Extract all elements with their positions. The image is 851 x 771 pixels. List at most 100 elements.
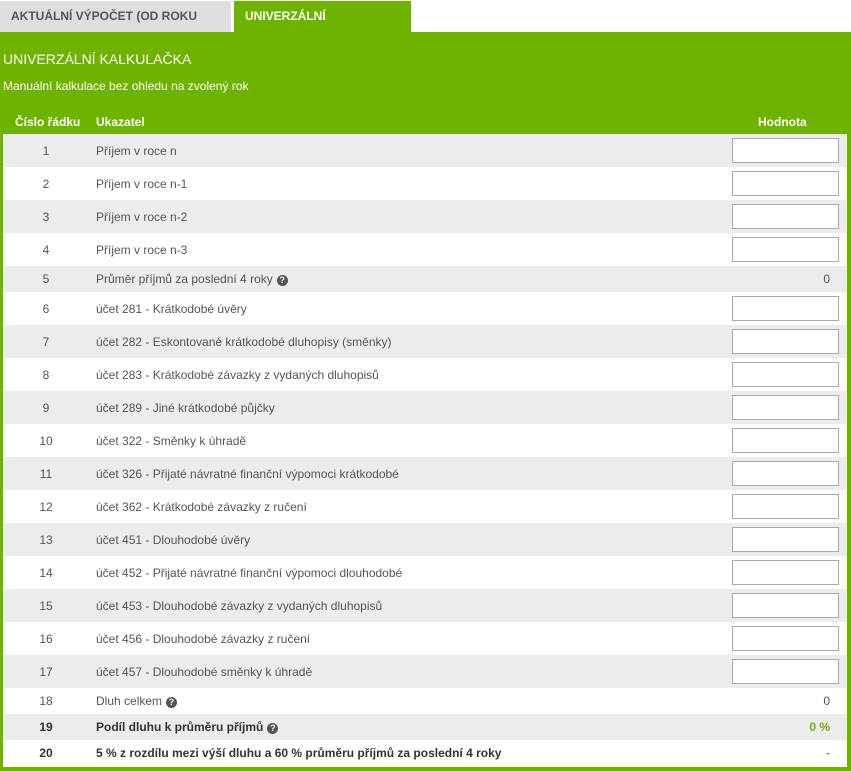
row-label: Příjem v roce n-1 (96, 177, 187, 191)
row-number: 1 (42, 144, 50, 158)
value-input[interactable] (732, 204, 839, 229)
row-label-text: účet 457 - Dlouhodobé směnky k úhradě (96, 665, 313, 679)
value-input[interactable] (732, 626, 839, 651)
value-input[interactable] (732, 362, 839, 387)
row-label: účet 456 - Dlouhodobé závazky z ručení (96, 632, 310, 646)
value-input[interactable] (732, 428, 839, 453)
panel-subtitle: Manuální kalkulace bez ohledu na zvolený… (3, 79, 249, 93)
table-row: 10 účet 322 - Směnky k úhradě (3, 424, 847, 457)
calculator-table: 1 Příjem v roce n 2 Příjem v roce n-1 3 Příje… (3, 134, 847, 767)
table-row: 13 účet 451 - Dlouhodobé úvěry (3, 523, 847, 556)
value-input[interactable] (732, 395, 839, 420)
value-input[interactable] (732, 296, 839, 321)
row-number: 19 (39, 720, 53, 734)
row-label: Příjem v roce n-2 (96, 210, 187, 224)
table-header: Číslo řádku Ukazatel Hodnota (0, 111, 851, 133)
table-row: 15 účet 453 - Dlouhodobé závazky z vydaný… (3, 589, 847, 622)
row-label-text: účet 456 - Dlouhodobé závazky z ručení (96, 632, 311, 646)
row-number: 16 (39, 632, 53, 646)
value-input[interactable] (732, 560, 839, 585)
row-label: Podíl dluhu k průměru příjmů? (96, 720, 279, 734)
panel-title: UNIVERZÁLNÍ KALKULAČKA (3, 51, 192, 67)
row-number: 7 (42, 335, 50, 349)
row-number: 20 (39, 746, 53, 760)
row-label-text: účet 289 - Jiné krátkodobé půjčky (96, 401, 275, 415)
row-label-text: účet 452 - Přijaté návratné finanční výp… (96, 566, 403, 580)
row-label-text: účet 362 - Krátkodobé závazky z ručení (96, 500, 307, 514)
tab-bar: AKTUÁLNÍ VÝPOČET (OD ROKU 2016) UNIVERZÁ… (0, 0, 851, 54)
row-label-text: Příjem v roce n-2 (96, 210, 188, 224)
value-input[interactable] (732, 527, 839, 552)
row-label: účet 453 - Dlouhodobé závazky z vydaných… (96, 599, 382, 613)
row-label: účet 282 - Eskontované krátkodobé dluhop… (96, 335, 392, 349)
row-number: 12 (39, 500, 53, 514)
row-label: Příjem v roce n (96, 144, 177, 158)
header-value: Hodnota (758, 115, 807, 129)
row-label-text: účet 282 - Eskontované krátkodobé dluhop… (96, 335, 392, 349)
row-number: 13 (39, 533, 53, 547)
row-label-text: účet 283 - Krátkodobé závazky z vydaných… (96, 368, 379, 382)
row-label-text: účet 453 - Dlouhodobé závazky z vydaných… (96, 599, 383, 613)
value-input[interactable] (732, 593, 839, 618)
table-row: 3 Příjem v roce n-2 (3, 200, 847, 233)
row-label: účet 283 - Krátkodobé závazky z vydaných… (96, 368, 379, 382)
header-indicator: Ukazatel (96, 115, 145, 129)
row-label: účet 289 - Jiné krátkodobé půjčky (96, 401, 275, 415)
value-input[interactable] (732, 461, 839, 486)
row-number: 9 (42, 401, 50, 415)
row-number: 17 (39, 665, 53, 679)
table-row: 17 účet 457 - Dlouhodobé směnky k úhradě (3, 655, 847, 688)
help-icon[interactable]: ? (267, 723, 279, 734)
tab-univerzalni-kalkulacka[interactable]: UNIVERZÁLNÍ KALKULAČKA (234, 1, 411, 54)
table-row: 8 účet 283 - Krátkodobé závazky z vydanýc… (3, 358, 847, 391)
row-number: 5 (42, 272, 50, 286)
computed-value: - (826, 746, 830, 760)
table-row: 20 5 % z rozdílu mezi výší dluhu a 60 % p… (3, 740, 847, 766)
help-icon[interactable]: ? (276, 275, 288, 286)
table-row: 12 účet 362 - Krátkodobé závazky z ručení (3, 490, 847, 523)
table-row: 19 Podíl dluhu k průměru příjmů? 0 % (3, 714, 847, 740)
value-input[interactable] (732, 494, 839, 519)
row-label-text: Podíl dluhu k průměru příjmů (96, 720, 264, 734)
row-label: účet 326 - Přijaté návratné finanční výp… (96, 467, 399, 481)
table-row: 18 Dluh celkem? 0 (3, 688, 847, 714)
row-label: účet 452 - Přijaté návratné finanční výp… (96, 566, 402, 580)
row-label: účet 322 - Směnky k úhradě (96, 434, 246, 448)
row-number: 3 (42, 210, 50, 224)
row-number: 6 (42, 302, 50, 316)
table-row: 14 účet 452 - Přijaté návratné finanční v… (3, 556, 847, 589)
computed-value: 0 (823, 272, 830, 286)
table-row: 5 Průměr příjmů za poslední 4 roky? 0 (3, 266, 847, 292)
row-label: 5 % z rozdílu mezi výší dluhu a 60 % prů… (96, 746, 501, 760)
row-label-text: účet 451 - Dlouhodobé úvěry (96, 533, 251, 547)
row-label: účet 281 - Krátkodobé úvěry (96, 302, 247, 316)
help-icon[interactable]: ? (166, 697, 178, 708)
row-number: 14 (39, 566, 53, 580)
table-row: 7 účet 282 - Eskontované krátkodobé dluho… (3, 325, 847, 358)
row-number: 18 (39, 694, 53, 708)
row-label-text: účet 281 - Krátkodobé úvěry (96, 302, 247, 316)
row-label: Průměr příjmů za poslední 4 roky? (96, 272, 288, 286)
row-label-text: 5 % z rozdílu mezi výší dluhu a 60 % prů… (96, 746, 502, 760)
value-input[interactable] (732, 659, 839, 684)
row-label-text: Příjem v roce n-3 (96, 243, 188, 257)
row-number: 10 (39, 434, 53, 448)
table-row: 4 Příjem v roce n-3 (3, 233, 847, 266)
row-label: účet 362 - Krátkodobé závazky z ručení (96, 500, 307, 514)
row-label-text: Dluh celkem (96, 694, 163, 708)
tab-aktualni-vypocet[interactable]: AKTUÁLNÍ VÝPOČET (OD ROKU 2016) (0, 1, 231, 54)
row-label-text: Příjem v roce n (96, 144, 177, 158)
table-row: 2 Příjem v roce n-1 (3, 167, 847, 200)
value-input[interactable] (732, 237, 839, 262)
table-row: 6 účet 281 - Krátkodobé úvěry (3, 292, 847, 325)
row-label-text: účet 326 - Přijaté návratné finanční výp… (96, 467, 399, 481)
row-number: 15 (39, 599, 53, 613)
row-label: Příjem v roce n-3 (96, 243, 187, 257)
computed-value: 0 % (809, 720, 830, 734)
table-row: 1 Příjem v roce n (3, 134, 847, 167)
value-input[interactable] (732, 138, 839, 163)
value-input[interactable] (732, 171, 839, 196)
value-input[interactable] (732, 329, 839, 354)
row-label: Dluh celkem? (96, 694, 178, 708)
row-number: 8 (42, 368, 50, 382)
